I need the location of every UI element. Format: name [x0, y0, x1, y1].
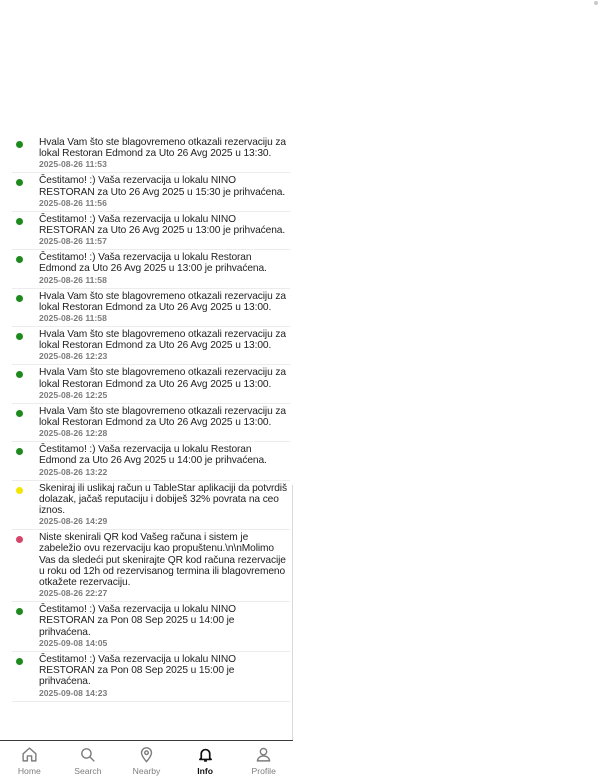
status-dot-icon	[16, 448, 23, 456]
notification-message: Skeniraj ili uslikaj račun u TableStar a…	[39, 482, 287, 517]
nav-item-search[interactable]: Search	[59, 741, 118, 781]
status-dot-icon	[16, 657, 23, 665]
notification-timestamp: 2025-08-26 12:28	[39, 428, 108, 439]
notification-item[interactable]: Hvala Vam što ste blagovremeno otkazali …	[12, 365, 290, 404]
notification-message: Hvala Vam što ste blagovremeno otkazali …	[39, 405, 286, 429]
notification-message: Hvala Vam što ste blagovremeno otkazali …	[39, 367, 286, 390]
notification-item[interactable]: Hvala Vam što ste blagovremeno otkazali …	[12, 327, 290, 366]
notification-timestamp: 2025-08-26 11:58	[39, 274, 107, 285]
notification-timestamp: 2025-08-26 11:56	[39, 197, 107, 208]
notification-timestamp: 2025-08-26 11:58	[39, 313, 107, 324]
nav-item-nearby[interactable]: Nearby	[117, 741, 176, 781]
notification-timestamp: 2025-09-08 14:05	[39, 637, 108, 648]
status-dot-icon	[16, 217, 23, 225]
status-dot-icon	[16, 294, 23, 302]
notification-message: Čestitamo! :) Vaša rezervacija u lokalu …	[39, 252, 267, 275]
search-icon	[79, 746, 96, 763]
person-icon	[255, 746, 272, 763]
notification-item[interactable]: Čestitamo! :) Vaša rezervacija u lokalu …	[12, 652, 290, 702]
nav-label: Home	[17, 766, 41, 776]
notification-item[interactable]: Čestitamo! :) Vaša rezervacija u lokalu …	[12, 173, 290, 212]
notification-item[interactable]: Hvala Vam što ste blagovremeno otkazali …	[12, 289, 290, 328]
notification-timestamp: 2025-08-26 14:29	[39, 516, 108, 527]
nav-label: Info	[197, 766, 213, 776]
status-dot-icon	[16, 486, 23, 494]
notification-item[interactable]: Hvala Vam što ste blagovremeno otkazali …	[12, 404, 290, 443]
notification-message: Čestitamo! :) Vaša rezervacija u lokalu …	[39, 175, 286, 198]
notification-item[interactable]: Niste skenirali QR kod Vašeg računa i si…	[12, 530, 290, 603]
notification-timestamp: 2025-08-26 11:57	[39, 236, 107, 247]
notification-timestamp: 2025-08-26 22:27	[39, 588, 108, 599]
notification-message: Niste skenirali QR kod Vašeg računa i si…	[39, 532, 286, 589]
notification-message: Hvala Vam što ste blagovremeno otkazali …	[39, 290, 286, 313]
status-dot-icon	[16, 141, 23, 148]
notification-message: Čestitamo! :) Vaša rezervacija u lokalu …	[39, 604, 236, 638]
status-dot-icon	[16, 179, 23, 187]
notification-message: Hvala Vam što ste blagovremeno otkazali …	[39, 137, 286, 160]
notification-item[interactable]: Hvala Vam što ste blagovremeno otkazali …	[12, 135, 290, 174]
notification-message: Čestitamo! :) Vaša rezervacija u lokalu …	[39, 653, 236, 688]
notification-timestamp: 2025-08-26 12:25	[39, 389, 108, 400]
notification-item[interactable]: Čestitamo! :) Vaša rezervacija u lokalu …	[12, 250, 290, 289]
nav-item-profile[interactable]: Profile	[234, 741, 293, 781]
panel-divider	[292, 485, 293, 740]
notification-item[interactable]: Skeniraj ili uslikaj račun u TableStar a…	[12, 481, 290, 531]
nav-item-info[interactable]: Info	[176, 741, 235, 781]
nav-item-home[interactable]: Home	[0, 741, 59, 781]
notification-timestamp: 2025-09-08 14:23	[39, 687, 108, 698]
nav-label: Nearby	[132, 766, 161, 776]
nav-label: Profile	[251, 766, 276, 776]
status-dot-icon	[16, 371, 23, 379]
status-dot-icon	[16, 608, 23, 616]
status-dot-icon	[16, 333, 23, 341]
corner-indicator	[594, 1, 598, 5]
location-pin-icon	[138, 746, 155, 763]
notification-timestamp: 2025-08-26 11:53	[39, 159, 107, 170]
notification-message: Čestitamo! :) Vaša rezervacija u lokalu …	[39, 444, 267, 467]
home-icon	[21, 746, 38, 763]
notification-timestamp: 2025-08-26 12:23	[39, 351, 108, 362]
notification-item[interactable]: Čestitamo! :) Vaša rezervacija u lokalu …	[12, 442, 290, 481]
bell-icon	[197, 746, 214, 763]
notification-item[interactable]: Čestitamo! :) Vaša rezervacija u lokalu …	[12, 602, 290, 652]
bottom-navigation: Home Search Nearby Info Profile	[0, 740, 293, 781]
notification-list: Hvala Vam što ste blagovremeno otkazali …	[12, 135, 290, 702]
notification-message: Hvala Vam što ste blagovremeno otkazali …	[39, 329, 286, 352]
notification-message: Čestitamo! :) Vaša rezervacija u lokalu …	[39, 213, 286, 237]
status-dot-icon	[16, 256, 23, 264]
nav-label: Search	[74, 766, 102, 776]
notification-timestamp: 2025-08-26 13:22	[39, 466, 108, 477]
status-dot-icon	[16, 536, 23, 544]
status-dot-icon	[16, 409, 23, 417]
notification-item[interactable]: Čestitamo! :) Vaša rezervacija u lokalu …	[12, 212, 290, 251]
